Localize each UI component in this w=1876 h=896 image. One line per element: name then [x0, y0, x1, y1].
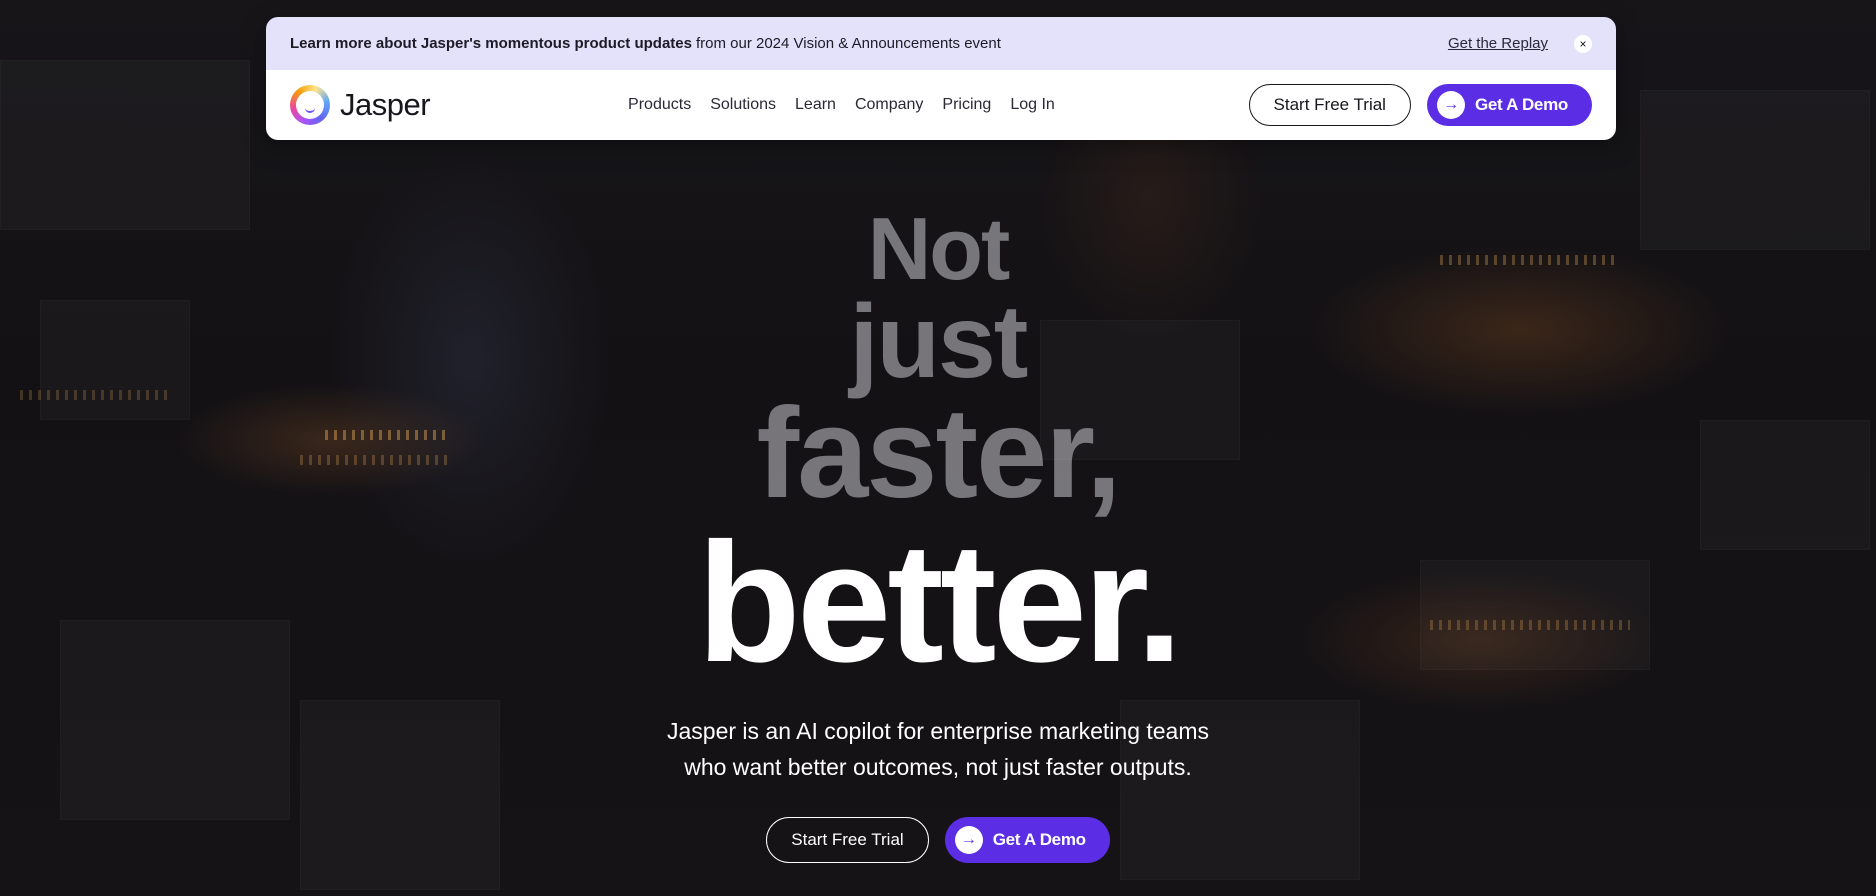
start-free-trial-button[interactable]: Start Free Trial	[1248, 84, 1411, 126]
nav-item-products[interactable]: Products	[628, 96, 691, 114]
announcement-bar: Learn more about Jasper's momentous prod…	[266, 17, 1616, 70]
site-header: Learn more about Jasper's momentous prod…	[266, 17, 1616, 140]
hero-get-a-demo-button[interactable]: → Get A Demo	[944, 817, 1110, 863]
brand-name: Jasper	[340, 87, 431, 122]
nav-item-learn[interactable]: Learn	[795, 96, 836, 114]
hero-start-free-trial-button[interactable]: Start Free Trial	[766, 817, 929, 863]
arrow-right-icon: →	[954, 826, 983, 854]
hero-subtitle-line-2: who want better outcomes, not just faste…	[684, 754, 1192, 780]
close-icon[interactable]: ×	[1574, 34, 1592, 53]
jasper-logo[interactable]: Jasper	[290, 85, 431, 125]
main-navigation: Jasper Products Solutions Learn Company …	[266, 70, 1616, 140]
get-the-replay-link[interactable]: Get the Replay	[1448, 35, 1548, 52]
get-a-demo-label: Get A Demo	[1474, 95, 1568, 114]
nav-item-solutions[interactable]: Solutions	[710, 96, 776, 114]
hero-subtitle-line-1: Jasper is an AI copilot for enterprise m…	[666, 718, 1210, 744]
announcement-text: from our 2024 Vision & Announcements eve…	[695, 35, 1001, 52]
nav-item-company[interactable]: Company	[855, 96, 923, 114]
hero-headline-line-1: Not	[867, 199, 1011, 298]
hero-headline-line-2: just	[849, 284, 1029, 400]
hero-actions: Start Free Trial → Get A Demo	[0, 817, 1876, 863]
hero-headline-line-3: faster,	[756, 382, 1121, 525]
announcement-bold-text: Learn more about Jasper's momentous prod…	[290, 35, 692, 52]
arrow-right-icon: →	[1436, 91, 1465, 119]
hero-headline-line-4: better.	[696, 508, 1183, 698]
nav-item-log-in[interactable]: Log In	[1010, 96, 1054, 114]
nav-item-pricing[interactable]: Pricing	[942, 96, 991, 114]
hero-get-a-demo-label: Get A Demo	[992, 830, 1086, 849]
get-a-demo-button[interactable]: → Get A Demo	[1426, 84, 1592, 126]
nav-links: Products Solutions Learn Company Pricing…	[628, 96, 1055, 114]
jasper-logo-icon	[290, 85, 330, 125]
